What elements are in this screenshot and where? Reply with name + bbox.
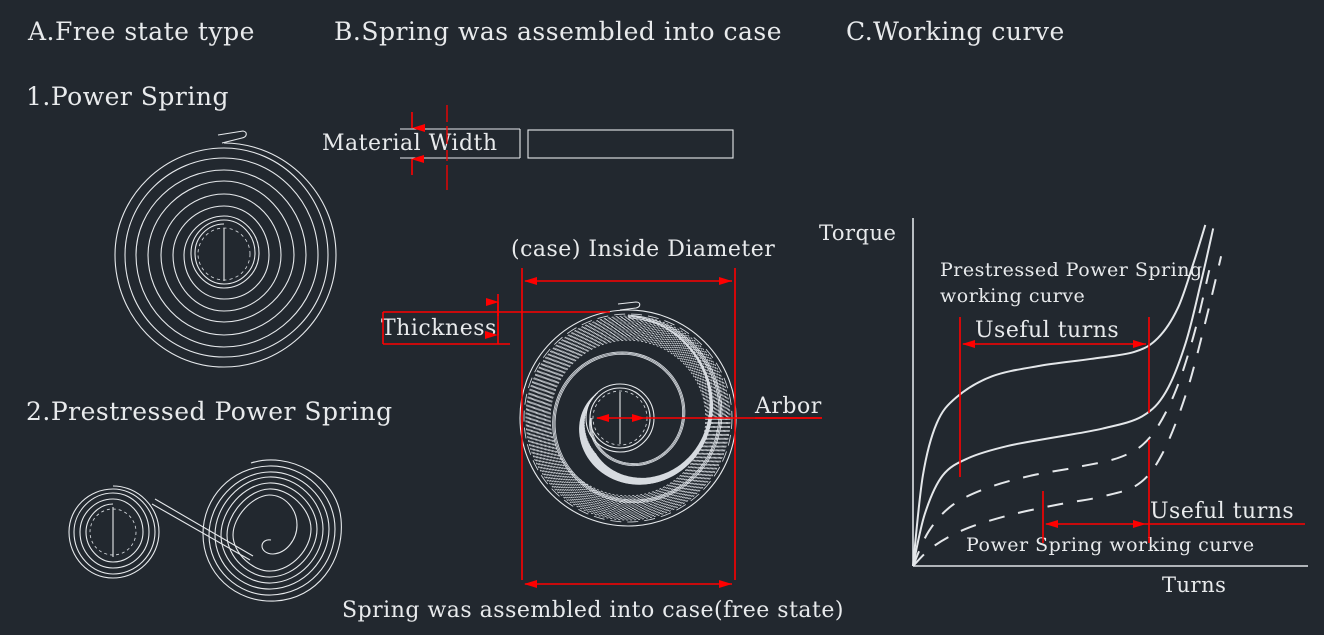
- header-a-free-state-type: A.Free state type: [28, 17, 255, 46]
- diagram-canvas: A.Free state type B.Spring was assembled…: [0, 0, 1324, 635]
- dimension-label-thickness: Thickness: [381, 316, 497, 341]
- case-coil-ring: [531, 321, 725, 515]
- case-coil-wrap: [582, 351, 713, 483]
- case-coil-ring: [543, 333, 713, 503]
- case-coil-ring: [530, 320, 726, 516]
- drawing-spring-in-case: [519, 301, 737, 527]
- case-coil-wrap: [587, 322, 712, 481]
- case-coil-wrap: [579, 396, 713, 485]
- case-coil-ring: [540, 330, 716, 506]
- case-coil-wrap: [594, 314, 711, 479]
- case-coil-ring: [532, 322, 724, 514]
- case-coil-ring: [529, 319, 727, 517]
- case-coil-ring: [548, 338, 708, 498]
- case-coil-ring: [527, 317, 729, 519]
- dimension-label-arbor: Arbor: [755, 394, 822, 419]
- dimension-label-material-width: Material Width: [322, 131, 498, 156]
- case-coil-ring: [525, 315, 731, 521]
- chart-x-axis-label-turns: Turns: [1162, 573, 1227, 597]
- case-coil-ring: [547, 337, 709, 499]
- case-coil-ring: [534, 324, 722, 512]
- case-coil-wrap: [582, 360, 713, 484]
- section-2-prestressed-power-spring: 2.Prestressed Power Spring: [26, 397, 393, 426]
- case-coil-ring: [537, 327, 719, 509]
- case-coil-wrap: [585, 328, 712, 482]
- case-coil-ring: [549, 339, 707, 497]
- case-coil-wrap: [583, 342, 713, 483]
- chart-annotation-useful-turns-upper: Useful turns: [975, 318, 1120, 343]
- case-coil-wrap: [589, 318, 712, 480]
- caption-assembled-free-state: Spring was assembled into case(free stat…: [342, 598, 844, 623]
- header-b-assembled-into-case: B.Spring was assembled into case: [334, 17, 783, 46]
- case-coil-wrap: [581, 370, 713, 484]
- case-coil-wrap: [580, 386, 713, 485]
- case-coil-ring: [542, 332, 714, 504]
- case-coil-wrap: [584, 331, 712, 482]
- chart-annotation-useful-turns-lower: Useful turns: [1150, 499, 1295, 524]
- case-coil-spiral: [552, 314, 723, 504]
- case-coil-spiral: [554, 317, 720, 501]
- case-coil-ring: [545, 335, 711, 501]
- section-1-power-spring: 1.Power Spring: [26, 82, 229, 111]
- header-c-working-curve: C.Working curve: [846, 17, 1065, 46]
- case-coil-wrap: [579, 394, 713, 485]
- case-coil-wrap: [592, 315, 711, 480]
- drawing-power-spring-free-state: [114, 130, 337, 368]
- case-coil-ring: [541, 331, 715, 505]
- chart-y-axis-label-torque: Torque: [819, 221, 897, 245]
- dimension-inside-diameter: [521, 268, 736, 580]
- case-coil-wrap: [588, 320, 712, 481]
- chart-useful-turns-lower: [1042, 440, 1305, 543]
- drawing-prestressed-power-spring: [68, 459, 342, 602]
- chart-annotation-power-spring: Power Spring working curve: [966, 534, 1255, 556]
- chart-annotation-prestressed-line1: Prestressed Power Spring: [940, 259, 1203, 281]
- case-coil-wrap: [579, 396, 713, 485]
- case-coil-wrap: [583, 347, 713, 483]
- chart-annotation-prestressed-line2: working curve: [940, 285, 1086, 307]
- case-coil-ring: [535, 325, 721, 511]
- case-coil-ring: [533, 323, 723, 513]
- case-coil-wrap: [581, 365, 713, 484]
- case-coil-wrap: [579, 392, 713, 485]
- case-coil-ring: [526, 316, 730, 520]
- case-coil-wrap: [591, 316, 711, 480]
- case-coil-wrap: [586, 325, 712, 481]
- case-coil-spiral: [553, 315, 721, 502]
- case-coil-wrap: [580, 391, 713, 485]
- case-coil-wrap: [580, 380, 713, 484]
- case-coil-wrap: [584, 338, 713, 482]
- case-coil-wrap: [584, 335, 713, 482]
- case-coil-ring: [539, 329, 717, 507]
- dimension-label-inside-diameter: (case) Inside Diameter: [511, 237, 776, 262]
- case-coil-wrap: [581, 375, 713, 484]
- case-coil-ring: [538, 328, 718, 508]
- case-coil-ring: [546, 336, 710, 500]
- case-coil-wrap: [582, 356, 713, 483]
